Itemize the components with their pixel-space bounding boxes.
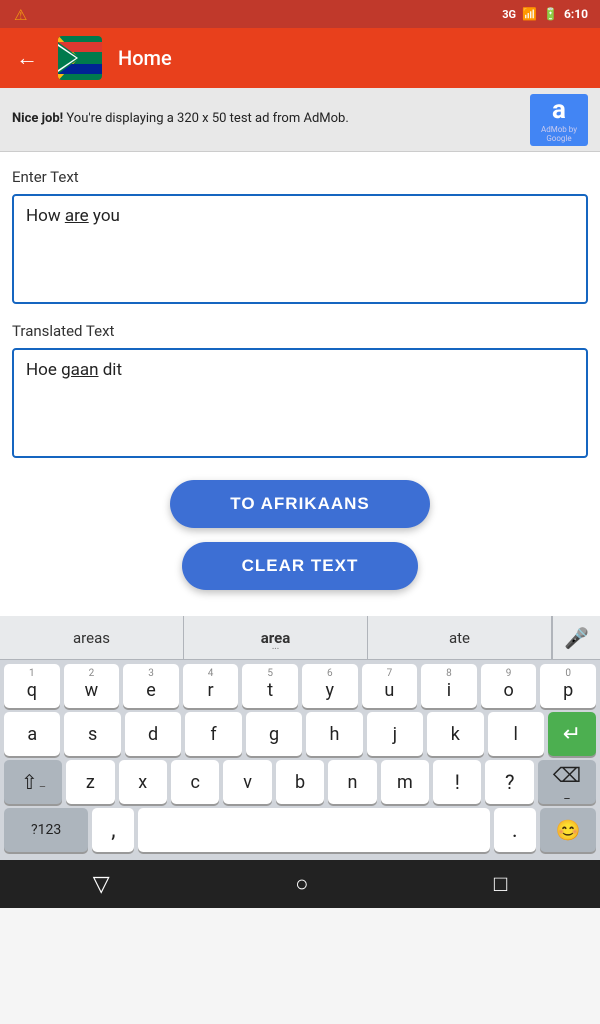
battery-icon: 🔋 — [543, 7, 558, 21]
key-z[interactable]: z — [66, 760, 114, 804]
ad-text: Nice job! You're displaying a 320 x 50 t… — [12, 110, 518, 128]
key-c[interactable]: c — [171, 760, 219, 804]
key-j[interactable]: j — [367, 712, 423, 756]
bottom-nav: ▽ ○ □ — [0, 860, 600, 908]
key-u[interactable]: 7u — [362, 664, 418, 708]
translated-text-box: Hoe gaan dit — [12, 348, 588, 458]
key-q[interactable]: 1q — [4, 664, 60, 708]
nav-back-button[interactable]: ▽ — [73, 864, 130, 905]
key-f[interactable]: f — [185, 712, 241, 756]
key-s[interactable]: s — [64, 712, 120, 756]
ad-text-bold: Nice job! — [12, 111, 63, 126]
back-button[interactable]: ← — [12, 41, 42, 75]
key-t[interactable]: 5t — [242, 664, 298, 708]
key-p[interactable]: 0p — [540, 664, 596, 708]
to-afrikaans-button[interactable]: TO AFRIKAANS — [170, 480, 430, 528]
word-gaan: gaan — [61, 360, 98, 380]
key-y[interactable]: 6y — [302, 664, 358, 708]
key-x[interactable]: x — [119, 760, 167, 804]
enter-text-input[interactable]: How are you — [12, 194, 588, 304]
suggestion-ate[interactable]: ate — [368, 616, 552, 659]
key-a[interactable]: a — [4, 712, 60, 756]
key-i[interactable]: 8i — [421, 664, 477, 708]
key-h[interactable]: h — [306, 712, 362, 756]
status-bar: ⚠ 3G 📶 🔋 6:10 — [0, 0, 600, 28]
nav-recent-button[interactable]: □ — [474, 863, 527, 905]
key-v[interactable]: v — [223, 760, 271, 804]
shift-key[interactable]: ⇧_ — [4, 760, 62, 804]
mic-button[interactable]: 🎤 — [552, 616, 600, 659]
action-buttons: TO AFRIKAANS CLEAR TEXT — [12, 480, 588, 590]
emoji-key[interactable]: 😊 — [540, 808, 596, 852]
backspace-key[interactable]: ⌫_ — [538, 760, 596, 804]
ad-logo-letter: a — [552, 97, 566, 123]
signal-bars-icon: 📶 — [522, 7, 537, 21]
keyboard: areas area ··· ate 🎤 1q 2w 3e 4r 5t 6y 7… — [0, 616, 600, 860]
key-g[interactable]: g — [246, 712, 302, 756]
app-title: Home — [118, 46, 172, 70]
word-are: are — [65, 206, 89, 226]
suggestion-area[interactable]: area ··· — [184, 616, 368, 659]
period-key[interactable]: . — [494, 808, 536, 852]
ad-logo: a AdMob by Google — [530, 94, 588, 146]
translated-text-label: Translated Text — [12, 322, 588, 340]
key-d[interactable]: d — [125, 712, 181, 756]
sym-key[interactable]: ?123 — [4, 808, 88, 852]
key-l[interactable]: l — [488, 712, 544, 756]
key-r[interactable]: 4r — [183, 664, 239, 708]
key-k[interactable]: k — [427, 712, 483, 756]
flag-icon — [58, 36, 102, 80]
time-display: 6:10 — [564, 7, 588, 21]
space-key[interactable] — [138, 808, 489, 852]
key-b[interactable]: b — [276, 760, 324, 804]
ad-text-body: You're displaying a 320 x 50 test ad fro… — [63, 111, 349, 126]
suggestion-areas[interactable]: areas — [0, 616, 184, 659]
key-row-4: ?123 , . 😊 — [4, 808, 596, 852]
keyboard-suggestions: areas area ··· ate 🎤 — [0, 616, 600, 660]
key-row-3: ⇧_ z x c v b n m ! ? ⌫_ — [4, 760, 596, 804]
key-m[interactable]: m — [381, 760, 429, 804]
key-n[interactable]: n — [328, 760, 376, 804]
enter-key[interactable]: ↵ — [548, 712, 596, 756]
key-row-1: 1q 2w 3e 4r 5t 6y 7u 8i 9o 0p — [4, 664, 596, 708]
clear-text-button[interactable]: CLEAR TEXT — [182, 542, 419, 590]
alert-indicator: ⚠ — [14, 6, 27, 24]
key-o[interactable]: 9o — [481, 664, 537, 708]
status-icons: 3G 📶 🔋 6:10 — [502, 7, 588, 21]
nav-home-button[interactable]: ○ — [275, 863, 328, 905]
key-exclaim[interactable]: ! — [433, 760, 481, 804]
ad-logo-sub: AdMob by Google — [530, 125, 588, 143]
key-e[interactable]: 3e — [123, 664, 179, 708]
keyboard-rows: 1q 2w 3e 4r 5t 6y 7u 8i 9o 0p a s d f g … — [0, 660, 600, 852]
key-row-2: a s d f g h j k l ↵ — [4, 712, 596, 756]
key-question[interactable]: ? — [485, 760, 533, 804]
app-bar: ← Home — [0, 28, 600, 88]
ad-banner[interactable]: Nice job! You're displaying a 320 x 50 t… — [0, 88, 600, 152]
comma-key[interactable]: , — [92, 808, 134, 852]
main-content: Enter Text How are you Translated Text H… — [0, 152, 600, 616]
key-w[interactable]: 2w — [64, 664, 120, 708]
enter-text-label: Enter Text — [12, 168, 588, 186]
signal-icon: 3G — [502, 8, 516, 21]
